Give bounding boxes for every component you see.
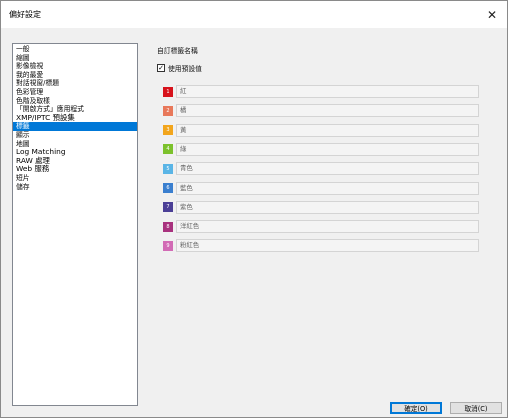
- sidebar-item[interactable]: 標籤: [13, 122, 137, 131]
- window-title: 偏好設定: [9, 10, 41, 19]
- use-default-checkbox[interactable]: ✓ 使用預設值: [157, 63, 202, 73]
- label-color-swatch: 6: [163, 183, 173, 193]
- label-row: 5 青色: [163, 162, 479, 176]
- close-icon[interactable]: ✕: [477, 1, 507, 28]
- label-row: 4綠: [163, 142, 479, 156]
- label-name-field[interactable]: 粉紅色: [176, 239, 479, 253]
- label-color-swatch: 7: [163, 202, 173, 213]
- label-name-field[interactable]: 紅: [176, 85, 479, 98]
- label-color-swatch: 5: [163, 163, 173, 174]
- label-row: 9 粉紅色: [163, 239, 479, 253]
- sidebar-item[interactable]: 儲存: [13, 183, 137, 192]
- checkbox-check-icon[interactable]: ✓: [157, 64, 165, 72]
- label-name-field[interactable]: 洋紅色: [176, 220, 479, 234]
- label-name-field[interactable]: 青色: [176, 162, 479, 176]
- labels-panel: 自訂標籤名稱 ✓ 使用預設值 1 紅 2 橘 3 黃 4 綠 5 青色 6 藍色 7 紫色 8 洋紅色 9 粉紅色: [147, 43, 497, 383]
- section-title: 自訂標籤名稱: [157, 47, 198, 55]
- label-color-swatch: 3: [163, 125, 173, 136]
- label-color-swatch: 4: [163, 144, 173, 155]
- sidebar-item[interactable]: 縮圖: [13, 54, 137, 63]
- label-color-swatch: 2: [163, 105, 173, 116]
- sidebar-item[interactable]: 色階及取樣: [13, 97, 137, 106]
- sidebar-item[interactable]: Web 服務: [13, 165, 137, 174]
- label-row: 6 藍色: [163, 181, 479, 195]
- preferences-dialog: 偏好設定 ✕ 一般 縮圖 影像檢視 我的最愛 對話視窗/標題 色彩管理 色階及取樣 「開啟方式…: [0, 0, 508, 418]
- label-row: 8 洋紅色: [163, 220, 479, 234]
- sidebar-item[interactable]: 一般: [13, 45, 137, 54]
- label-name-field[interactable]: 橘: [176, 104, 479, 118]
- title-bar: 偏好設定 ✕: [1, 1, 507, 28]
- ok-button[interactable]: 確定(O): [390, 402, 442, 414]
- sidebar-item[interactable]: 色彩管理: [13, 88, 137, 97]
- label-name-field[interactable]: 藍色: [176, 181, 479, 195]
- sidebar-item[interactable]: XMP/IPTC 預設集: [13, 113, 137, 123]
- sidebar-item[interactable]: 短片: [13, 174, 137, 183]
- label-row: 2橘: [163, 104, 479, 118]
- label-row: 7 紫色: [163, 200, 479, 214]
- label-row: 3黃: [163, 123, 479, 137]
- label-color-swatch: 1: [163, 86, 173, 97]
- label-name-field[interactable]: 綠: [176, 142, 479, 156]
- label-name-field[interactable]: 黃: [176, 123, 479, 137]
- category-list[interactable]: 一般 縮圖 影像檢視 我的最愛 對話視窗/標題 色彩管理 色階及取樣 「開啟方式」應用程式 XM…: [12, 43, 138, 406]
- sidebar-item[interactable]: 影像檢視: [13, 62, 137, 71]
- label-color-swatch: 8: [163, 221, 173, 232]
- checkbox-label: 使用預設值: [168, 65, 202, 73]
- label-row: 1紅: [163, 85, 479, 98]
- label-name-field[interactable]: 紫色: [176, 200, 479, 214]
- cancel-button[interactable]: 取消(C): [450, 402, 502, 414]
- label-color-swatch: 9: [163, 240, 173, 251]
- sidebar-item[interactable]: 顯示: [13, 131, 137, 140]
- sidebar-item[interactable]: 對話視窗/標題: [13, 79, 137, 88]
